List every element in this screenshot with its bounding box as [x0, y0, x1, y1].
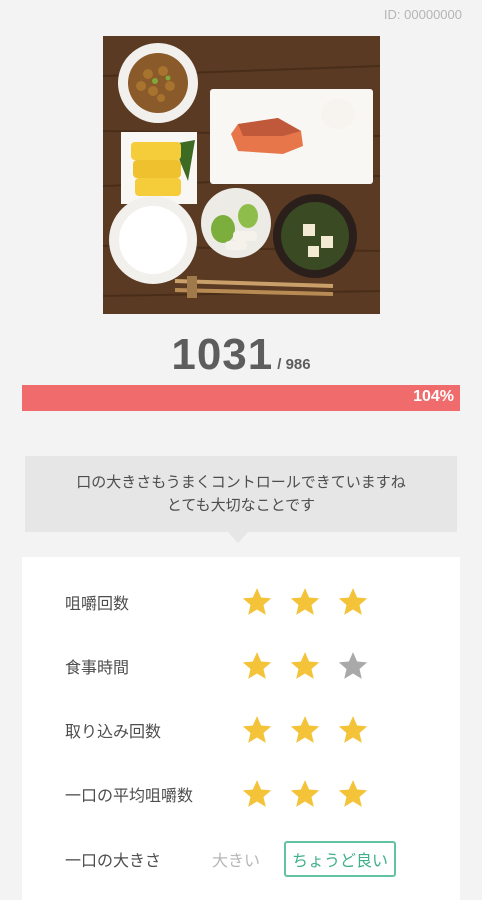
feedback-message-line1: 口の大きさもうまくコントロールできていますね: [76, 473, 406, 491]
star-icon: [240, 649, 274, 683]
bite-size-option-big: 大きい: [212, 851, 261, 870]
feedback-message-line2: とても大切なことです: [166, 496, 316, 514]
user-id-label: ID: 00000000: [383, 7, 462, 22]
star-icon: [288, 713, 322, 747]
metric-row-avg-chews-per-bite: 一口の平均咀嚼数: [22, 774, 460, 814]
meal-photo: [103, 36, 380, 314]
star-icon: [336, 777, 370, 811]
star-icon: [240, 777, 274, 811]
star-rating: [240, 585, 384, 619]
metric-label: 咀嚼回数: [65, 594, 130, 613]
score-progress-bar: 104%: [22, 385, 460, 411]
metric-label: 食事時間: [65, 658, 130, 677]
star-icon: [288, 777, 322, 811]
metric-label: 取り込み回数: [65, 722, 162, 741]
star-rating: [240, 649, 384, 683]
star-icon: [336, 713, 370, 747]
score-target: / 986: [277, 356, 311, 373]
star-icon: [288, 649, 322, 683]
star-rating: [240, 777, 384, 811]
metric-row-bite-size: 一口の大きさ 大きい ちょうど良い: [22, 839, 460, 879]
star-icon: [336, 585, 370, 619]
star-icon: [240, 585, 274, 619]
metric-label: 一口の平均咀嚼数: [65, 786, 194, 805]
feedback-message-bubble: 口の大きさもうまくコントロールできていますね とても大切なことです: [25, 456, 457, 532]
star-rating: [240, 713, 384, 747]
score-progress-percent: 104%: [413, 388, 454, 405]
metrics-card: 咀嚼回数 食事時間 取り込み回数 一口の平均咀嚼数 一口の大きさ 大きい ちょう…: [22, 557, 460, 900]
star-empty-icon: [336, 649, 370, 683]
score-progress-fill: [22, 385, 460, 411]
bubble-tail: [228, 532, 248, 543]
score-display: 1031/ 986: [0, 330, 482, 380]
metric-row-intake-count: 取り込み回数: [22, 710, 460, 750]
score-value: 1031: [171, 330, 274, 379]
bite-size-label: 一口の大きさ: [65, 851, 162, 870]
metric-row-meal-time: 食事時間: [22, 646, 460, 686]
star-icon: [288, 585, 322, 619]
metric-row-chewing-count: 咀嚼回数: [22, 582, 460, 622]
bite-size-option-good: ちょうど良い: [284, 841, 397, 877]
star-icon: [240, 713, 274, 747]
